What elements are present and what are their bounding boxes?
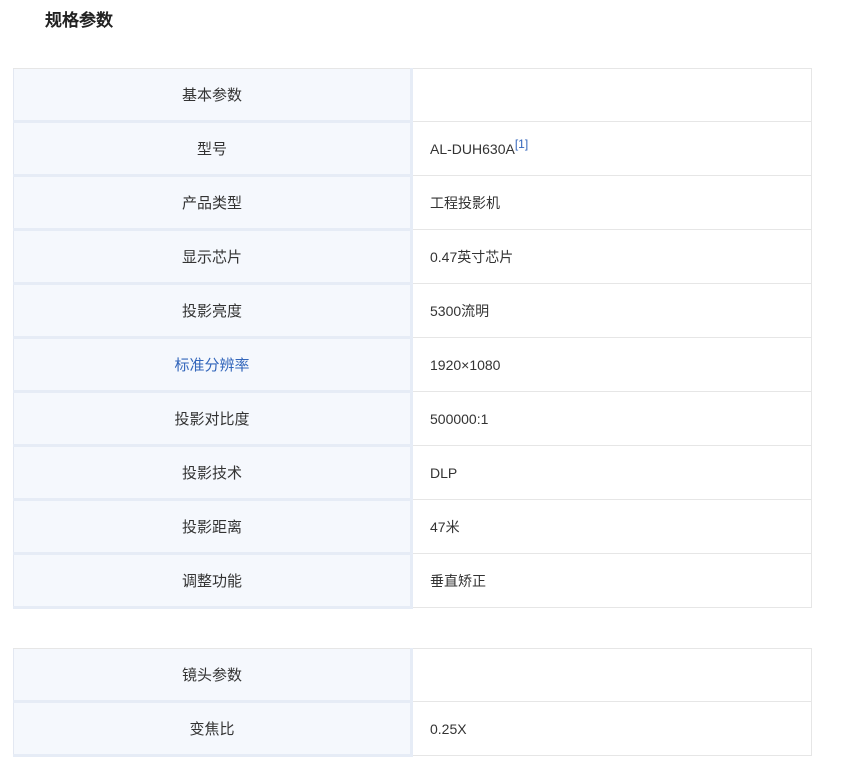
table-row: 显示芯片 0.47英寸芯片 [13,229,812,285]
section-title: 规格参数 [45,11,113,30]
row-value-zoom-ratio: 0.25X [411,701,812,756]
table-row: 基本参数 [13,68,812,123]
row-key-display-chip: 显示芯片 [13,229,413,285]
row-value-lens-params [411,648,812,702]
table-row: 产品类型 工程投影机 [13,175,812,231]
table-row: 型号 AL-DUH630A[1] [13,121,812,177]
row-key-contrast: 投影对比度 [13,391,413,447]
table-row: 镜头参数 [13,648,812,703]
row-key-product-type: 产品类型 [13,175,413,231]
row-value-contrast: 500000:1 [411,391,812,446]
row-key-model: 型号 [13,121,413,177]
row-key-adjustment: 调整功能 [13,553,413,609]
row-value-adjustment: 垂直矫正 [411,553,812,608]
row-key-basic-params: 基本参数 [13,68,413,123]
table-row: 标准分辨率 1920×1080 [13,337,812,393]
table-row: 变焦比 0.25X [13,701,812,757]
row-key-zoom-ratio: 变焦比 [13,701,413,757]
model-value: AL-DUH630A [430,140,515,157]
row-value-basic-params [411,68,812,122]
row-value-display-chip: 0.47英寸芯片 [411,229,812,284]
table-row: 投影对比度 500000:1 [13,391,812,447]
reference-link[interactable]: [1] [515,137,528,151]
row-value-resolution: 1920×1080 [411,337,812,392]
table-row: 调整功能 垂直矫正 [13,553,812,609]
row-value-distance: 47米 [411,499,812,554]
table-row: 投影距离 47米 [13,499,812,555]
table-row: 投影技术 DLP [13,445,812,501]
lens-params-table: 镜头参数 变焦比 0.25X [13,648,812,757]
row-value-model: AL-DUH630A[1] [411,121,812,176]
row-value-product-type: 工程投影机 [411,175,812,230]
row-key-lens-params: 镜头参数 [13,648,413,703]
table-row: 投影亮度 5300流明 [13,283,812,339]
row-key-brightness: 投影亮度 [13,283,413,339]
basic-params-table: 基本参数 型号 AL-DUH630A[1] 产品类型 工程投影机 显示芯片 0.… [13,68,812,609]
row-value-technology: DLP [411,445,812,500]
row-value-brightness: 5300流明 [411,283,812,338]
resolution-link[interactable]: 标准分辨率 [13,337,413,393]
row-key-technology: 投影技术 [13,445,413,501]
row-key-distance: 投影距离 [13,499,413,555]
